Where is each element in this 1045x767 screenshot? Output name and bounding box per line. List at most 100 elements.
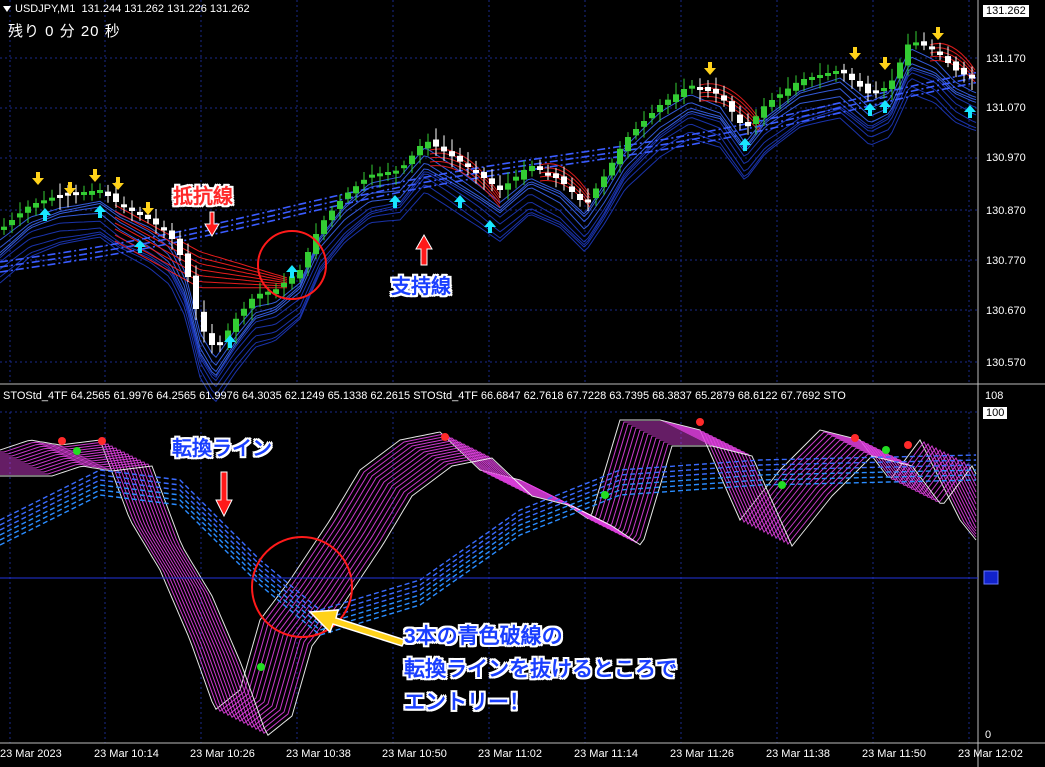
candle-body [153, 218, 159, 225]
candle-body [569, 186, 575, 192]
candle-body [161, 227, 167, 231]
candle-body [697, 87, 703, 91]
sell-dot [58, 437, 66, 445]
candle-body [233, 318, 239, 332]
entry-note: 3本の青色破線の 転換ラインを抜けるところで エントリー！ [404, 620, 677, 719]
ohlc-values: 131.244 131.262 131.226 131.262 [81, 3, 250, 15]
candle-body [761, 106, 767, 118]
time-label: 23 Mar 10:50 [382, 748, 447, 760]
candle-body [777, 94, 783, 98]
candle-body [729, 101, 735, 112]
sell-dot [696, 418, 704, 426]
price-label: 130.570 [986, 357, 1026, 369]
candle-body [329, 210, 335, 221]
candle-body [673, 94, 679, 102]
candle-body [641, 121, 647, 127]
candle-body [889, 80, 895, 90]
candle-body [73, 192, 79, 196]
candle-body [449, 151, 455, 157]
candle-body [49, 197, 55, 201]
buy-dot [73, 447, 81, 455]
candle-body [633, 129, 639, 136]
candle-body [409, 155, 415, 165]
candle-body [689, 85, 695, 89]
candle-body [833, 71, 839, 74]
candle-body [57, 194, 63, 198]
chart-window[interactable]: USDJPY,M1 131.244 131.262 131.226 131.26… [0, 0, 1045, 767]
candle-body [657, 105, 663, 113]
candle-body [577, 193, 583, 200]
sell-dot [441, 433, 449, 441]
candle-body [489, 178, 495, 184]
candle-body [89, 191, 95, 195]
candle-body [929, 46, 935, 50]
buy-dot [601, 491, 609, 499]
candle-body [713, 88, 719, 94]
candle-body [393, 170, 399, 174]
candle-body [457, 155, 463, 162]
buy-dot [257, 663, 265, 671]
entry-note-line: 3本の青色破線の [404, 625, 563, 648]
candle-body [505, 183, 511, 190]
entry-note-line: 転換ラインを抜けるところで [404, 658, 677, 681]
candle-body [841, 69, 847, 74]
candle-body [545, 172, 551, 176]
candle-body [345, 192, 351, 199]
time-label: 23 Mar 11:02 [478, 748, 543, 760]
candle-body [177, 238, 183, 255]
candle-body [129, 207, 135, 211]
time-label: 23 Mar 10:14 [94, 748, 159, 760]
candle-body [969, 74, 975, 79]
candle-body [913, 42, 919, 46]
candle-body [377, 173, 383, 177]
candle-body [433, 139, 439, 147]
time-label: 23 Mar 11:14 [574, 748, 639, 760]
candle-body [585, 199, 591, 203]
current-price-badge: 131.262 [983, 5, 1029, 17]
sell-dot [98, 437, 106, 445]
sell-dot [851, 434, 859, 442]
candle-body [769, 100, 775, 107]
price-label: 130.670 [986, 305, 1026, 317]
candle-body [937, 51, 943, 55]
buy-dot [882, 446, 890, 454]
candle-body [113, 193, 119, 202]
candle-body [465, 163, 471, 167]
price-label: 130.970 [986, 152, 1026, 164]
candle-body [241, 308, 247, 316]
candle-body [137, 211, 143, 215]
chevron-down-icon[interactable] [3, 6, 11, 13]
candle-body [753, 116, 759, 124]
candle-body [857, 80, 863, 87]
candle-body [361, 179, 367, 184]
candle-body [97, 190, 103, 193]
candle-body [537, 166, 543, 170]
candle-body [737, 114, 743, 123]
bar-timer: 残り 0 分 20 秒 [8, 23, 121, 40]
resistance-annotation: 抵抗線 [173, 186, 233, 208]
candle-body [17, 213, 23, 218]
buy-dot [778, 481, 786, 489]
indicator-header: STOStd_4TF 64.2565 61.9976 64.2565 61.99… [3, 390, 846, 402]
candle-body [817, 75, 823, 78]
candle-body [257, 293, 263, 299]
candle-body [825, 73, 831, 76]
candle-body [609, 162, 615, 176]
price-label: 131.170 [986, 53, 1026, 65]
candle-body [321, 220, 327, 234]
candle-body [425, 141, 431, 149]
time-label: 23 Mar 11:50 [862, 748, 927, 760]
support-annotation: 支持線 [391, 276, 451, 298]
candle-body [1, 226, 7, 230]
level-handle[interactable] [983, 570, 999, 585]
candle-body [81, 192, 87, 195]
candle-body [961, 67, 967, 75]
candle-body [249, 298, 255, 309]
candle-body [209, 333, 215, 345]
candle-body [529, 166, 535, 172]
candle-body [801, 79, 807, 86]
price-label: 130.870 [986, 205, 1026, 217]
candle-body [25, 206, 31, 213]
candle-body [297, 270, 303, 279]
sell-dot [904, 441, 912, 449]
